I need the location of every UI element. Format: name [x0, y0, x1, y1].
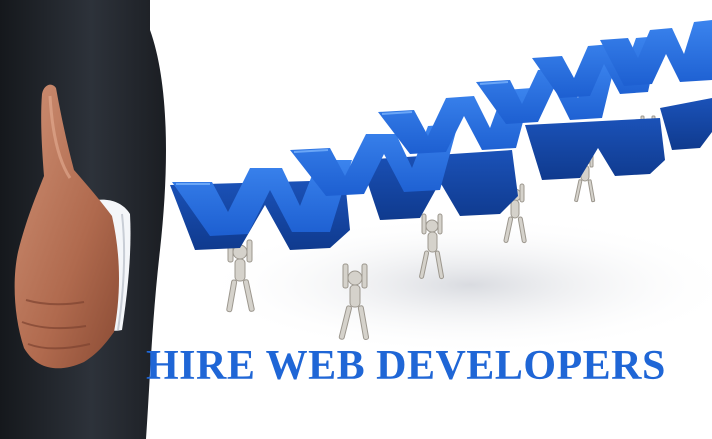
floor-shadow	[200, 215, 712, 355]
hire-web-developers-banner: HIRE WEB DEVELOPERS	[0, 0, 712, 439]
headline: HIRE WEB DEVELOPERS	[146, 343, 666, 389]
handshake-icon	[0, 0, 166, 439]
